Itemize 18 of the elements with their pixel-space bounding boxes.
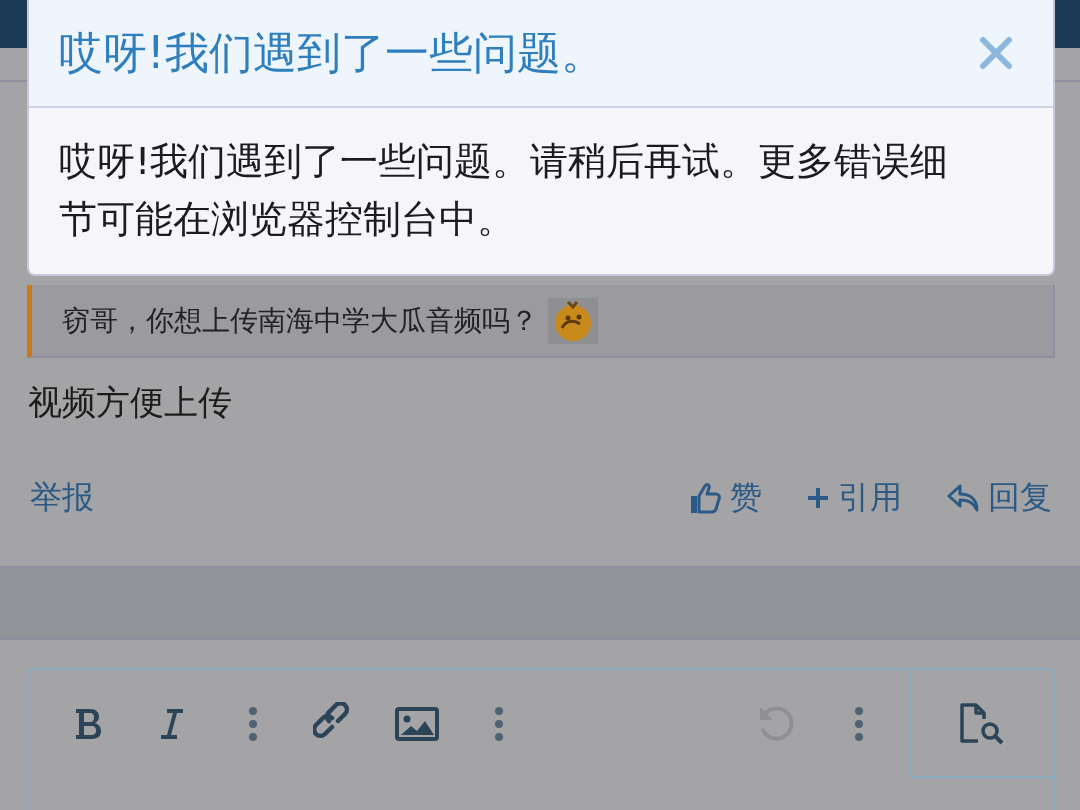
thumbs-up-icon <box>688 481 722 515</box>
like-button[interactable]: 赞 <box>688 476 762 520</box>
image-icon <box>395 707 439 741</box>
more-icon <box>494 706 504 742</box>
quote-text: 窃哥，你想上传南海中学大瓜音频吗？ <box>62 302 538 339</box>
report-link[interactable]: 举报 <box>30 476 94 520</box>
reply-icon <box>946 483 980 513</box>
smiley-icon <box>548 297 598 344</box>
document-search-icon <box>958 701 1006 745</box>
post-text: 视频方便上传 <box>27 381 233 424</box>
quote-button[interactable]: 引用 <box>806 476 902 520</box>
reply-button[interactable]: 回复 <box>946 476 1052 520</box>
error-message: 哎呀!我们遇到了一些问题。请稍后再试。更多错误细节可能在浏览器控制台中。 <box>58 138 950 243</box>
more-icon <box>854 706 864 742</box>
plus-icon <box>806 486 830 510</box>
dialog-title: 哎呀!我们遇到了一些问题。 <box>59 25 605 80</box>
more-icon <box>248 706 258 742</box>
preview-button[interactable] <box>909 670 1053 778</box>
